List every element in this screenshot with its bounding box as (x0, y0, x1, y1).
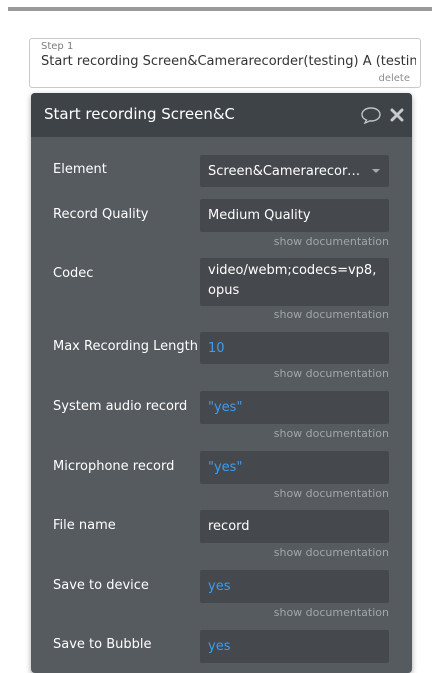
file-name-label: File name (53, 518, 116, 533)
delete-step-link[interactable]: delete (378, 73, 410, 84)
element-dropdown[interactable]: Screen&Camerarecorder(testing) A (200, 155, 389, 187)
save-to-bubble-input[interactable]: yes (200, 630, 389, 663)
microphone-label: Microphone record (53, 459, 175, 474)
max-recording-length-input[interactable]: 10 (200, 332, 389, 364)
codec-input[interactable]: video/webm;codecs=vp8,opus (200, 258, 389, 306)
record-quality-input[interactable]: Medium Quality (200, 199, 389, 232)
microphone-doc-link[interactable]: show documentation (274, 487, 389, 500)
chevron-down-icon (372, 169, 380, 173)
system-audio-label: System audio record (53, 399, 188, 414)
element-value: Screen&Camerarecorder(testing) A (208, 163, 366, 179)
save-to-bubble-label: Save to Bubble (53, 637, 152, 652)
save-to-device-doc-link[interactable]: show documentation (274, 606, 389, 619)
element-label: Element (53, 162, 107, 177)
save-to-device-label: Save to device (53, 578, 149, 593)
step-title: Start recording Screen&Camerarecorder(te… (41, 54, 416, 69)
panel-header[interactable]: Start recording Screen&Camerarecorder(te… (31, 93, 412, 137)
comment-icon[interactable] (360, 106, 382, 124)
max-recording-length-label: Max Recording Length (53, 339, 198, 354)
top-divider (8, 7, 432, 11)
action-properties-panel: Start recording Screen&Camerarecorder(te… (31, 93, 412, 673)
max-recording-length-doc-link[interactable]: show documentation (274, 367, 389, 380)
record-quality-doc-link[interactable]: show documentation (274, 235, 389, 248)
microphone-input[interactable]: "yes" (200, 451, 389, 484)
system-audio-doc-link[interactable]: show documentation (274, 427, 389, 440)
codec-doc-link[interactable]: show documentation (274, 308, 389, 321)
file-name-doc-link[interactable]: show documentation (274, 546, 389, 559)
step-label: Step 1 (41, 41, 74, 52)
system-audio-input[interactable]: "yes" (200, 391, 389, 424)
record-quality-label: Record Quality (53, 207, 149, 222)
step-card[interactable]: Step 1 Start recording Screen&Camerareco… (29, 38, 421, 88)
panel-title: Start recording Screen&Camerarecorder(te… (44, 105, 234, 123)
save-to-device-input[interactable]: yes (200, 570, 389, 603)
close-icon[interactable] (390, 108, 404, 122)
codec-label: Codec (53, 266, 94, 281)
file-name-input[interactable]: record (200, 510, 389, 543)
